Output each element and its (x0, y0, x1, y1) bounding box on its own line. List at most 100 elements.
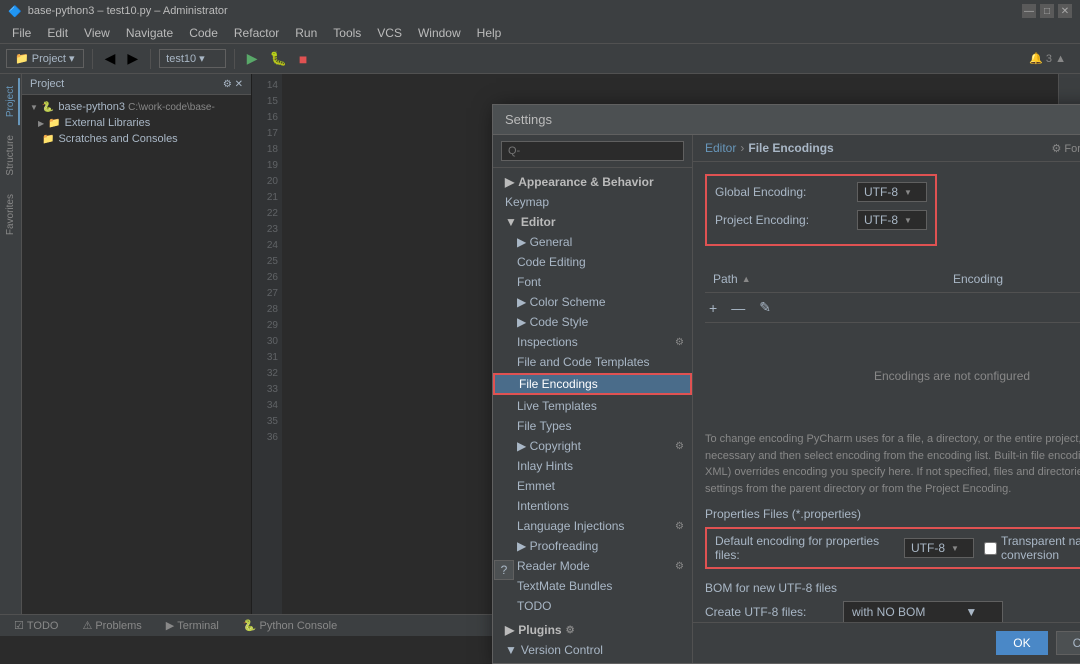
settings-inlay-hints[interactable]: Inlay Hints (493, 456, 692, 476)
menu-code[interactable]: Code (181, 24, 226, 42)
ok-button[interactable]: OK (996, 631, 1047, 655)
menu-help[interactable]: Help (469, 24, 510, 42)
dialog-title-bar: Settings ✕ (493, 105, 1080, 135)
settings-file-types[interactable]: File Types (493, 416, 692, 436)
run-button[interactable]: ▶ (243, 48, 262, 69)
properties-encoding-value: UTF-8 (911, 541, 945, 555)
forward-button[interactable]: ▶ (123, 48, 142, 69)
minimize-button[interactable]: — (1022, 4, 1036, 18)
settings-textmate[interactable]: TextMate Bundles (493, 576, 692, 596)
title-bar-controls[interactable]: — □ ✕ (1022, 4, 1072, 18)
bom-select[interactable]: with NO BOM ▼ (843, 601, 1003, 622)
settings-version-control[interactable]: ▼ Version Control (493, 640, 692, 660)
back-button[interactable]: ◀ (101, 48, 120, 69)
run-config-dropdown[interactable]: test10 ▾ (159, 49, 226, 68)
settings-right-header: Editor › File Encodings ⚙ For current pr… (693, 135, 1080, 162)
settings-copyright[interactable]: ▶ Copyright ⚙ (493, 436, 692, 456)
notification-badge[interactable]: 🔔 3 ▲ (1021, 52, 1074, 65)
project-panel-options[interactable]: ⚙ ✕ (223, 79, 243, 90)
toolbar: 📁 Project ▾ ◀ ▶ test10 ▾ ▶ 🐛 ■ 🔔 3 ▲ (0, 44, 1080, 74)
structure-tab[interactable]: Structure (1, 127, 20, 184)
menu-file[interactable]: File (4, 24, 39, 42)
add-row-button[interactable]: + (705, 298, 721, 318)
tree-external-libraries-label: External Libraries (65, 117, 151, 129)
menu-view[interactable]: View (76, 24, 118, 42)
settings-code-editing[interactable]: Code Editing (493, 252, 692, 272)
settings-file-encodings[interactable]: File Encodings (493, 373, 692, 395)
python-console-tab[interactable]: 🐍 Python Console (237, 619, 343, 632)
toolbar-separator3 (234, 49, 235, 69)
menu-window[interactable]: Window (410, 24, 469, 42)
settings-plugins[interactable]: ▶ Plugins ⚙ (493, 620, 692, 640)
menu-vcs[interactable]: VCS (369, 24, 410, 42)
settings-appearance[interactable]: ▶ Appearance & Behavior (493, 172, 692, 192)
tree-scratches[interactable]: 📁 Scratches and Consoles (22, 131, 251, 147)
dialog-body: ▶ Appearance & Behavior Keymap ▼ Editor (493, 135, 1080, 663)
properties-encoding-select[interactable]: UTF-8 ▼ (904, 538, 974, 558)
terminal-tab[interactable]: ▶ Terminal (160, 619, 225, 632)
bom-create-label: Create UTF-8 files: (705, 605, 835, 619)
settings-keymap[interactable]: Keymap (493, 192, 692, 212)
stop-button[interactable]: ■ (295, 49, 311, 69)
problems-tab[interactable]: ⚠ Problems (76, 619, 147, 632)
settings-file-code-templates[interactable]: File and Code Templates (493, 352, 692, 372)
copyright-badge: ⚙ (675, 441, 684, 452)
encoding-description: To change encoding PyCharm uses for a fi… (705, 431, 1080, 497)
settings-proofreading-label: ▶ Proofreading (517, 539, 598, 553)
menu-tools[interactable]: Tools (325, 24, 369, 42)
project-dropdown[interactable]: 📁 Project ▾ (6, 49, 84, 68)
language-injections-badge: ⚙ (675, 521, 684, 532)
settings-reader-mode[interactable]: Reader Mode ⚙ (493, 556, 692, 576)
settings-code-style[interactable]: ▶ Code Style (493, 312, 692, 332)
todo-label: TODO (27, 620, 59, 632)
menu-refactor[interactable]: Refactor (226, 24, 287, 42)
settings-search-input[interactable] (501, 141, 684, 161)
dialog-help-area: ? (494, 560, 514, 580)
settings-language-injections[interactable]: Language Injections ⚙ (493, 516, 692, 536)
cancel-button[interactable]: Cancel (1056, 631, 1080, 655)
breadcrumb-parent: Editor (705, 141, 736, 155)
settings-intentions[interactable]: Intentions (493, 496, 692, 516)
project-tab[interactable]: Project (1, 78, 20, 125)
global-encoding-select[interactable]: UTF-8 ▼ (857, 182, 927, 202)
debug-button[interactable]: 🐛 (265, 48, 290, 69)
edit-row-button[interactable]: ✎ (755, 297, 775, 318)
remove-row-button[interactable]: — (727, 298, 749, 318)
terminal-icon: ▶ (166, 619, 174, 632)
transparent-checkbox-label[interactable]: Transparent native-to-ascii conversion (984, 534, 1080, 562)
menu-run[interactable]: Run (287, 24, 325, 42)
settings-live-templates-label: Live Templates (517, 399, 597, 413)
settings-emmet[interactable]: Emmet (493, 476, 692, 496)
close-button[interactable]: ✕ (1058, 4, 1072, 18)
maximize-button[interactable]: □ (1040, 4, 1054, 18)
settings-inspections[interactable]: Inspections ⚙ (493, 332, 692, 352)
settings-editor[interactable]: ▼ Editor (493, 212, 692, 232)
for-current-project: ⚙ For current project (1051, 142, 1080, 155)
transparent-checkbox[interactable] (984, 542, 997, 555)
settings-todo[interactable]: TODO (493, 596, 692, 616)
settings-file-types-label: File Types (517, 419, 571, 433)
path-header[interactable]: Path ▲ (705, 269, 945, 289)
folder-icon2: 📁 (48, 118, 60, 129)
table-empty-hint: Encodings are not configured (705, 329, 1080, 423)
settings-general[interactable]: ▶ General (493, 232, 692, 252)
expand-arrow3: ▶ (505, 623, 514, 637)
tree-external-libraries[interactable]: ▶ 📁 External Libraries (22, 115, 251, 131)
todo-tab[interactable]: ☑ TODO (8, 619, 64, 632)
menu-navigate[interactable]: Navigate (118, 24, 181, 42)
menu-edit[interactable]: Edit (39, 24, 76, 42)
settings-live-templates[interactable]: Live Templates (493, 396, 692, 416)
expand-icon: ▼ (30, 103, 38, 112)
project-tree: ▼ 🐍 base-python3 C:\work-code\base- ▶ 📁 … (22, 95, 251, 151)
help-button[interactable]: ? (494, 560, 514, 580)
project-encoding-select[interactable]: UTF-8 ▼ (857, 210, 927, 230)
settings-proofreading[interactable]: ▶ Proofreading (493, 536, 692, 556)
project-encoding-arrow: ▼ (904, 216, 912, 225)
favorites-tab[interactable]: Favorites (1, 186, 20, 243)
run-controls: ▶ 🐛 ■ (243, 48, 312, 69)
folder-icon: 🐍 (42, 102, 54, 113)
encoding-header-label: Encoding (953, 272, 1003, 286)
settings-color-scheme[interactable]: ▶ Color Scheme (493, 292, 692, 312)
tree-root[interactable]: ▼ 🐍 base-python3 C:\work-code\base- (22, 99, 251, 115)
settings-font[interactable]: Font (493, 272, 692, 292)
